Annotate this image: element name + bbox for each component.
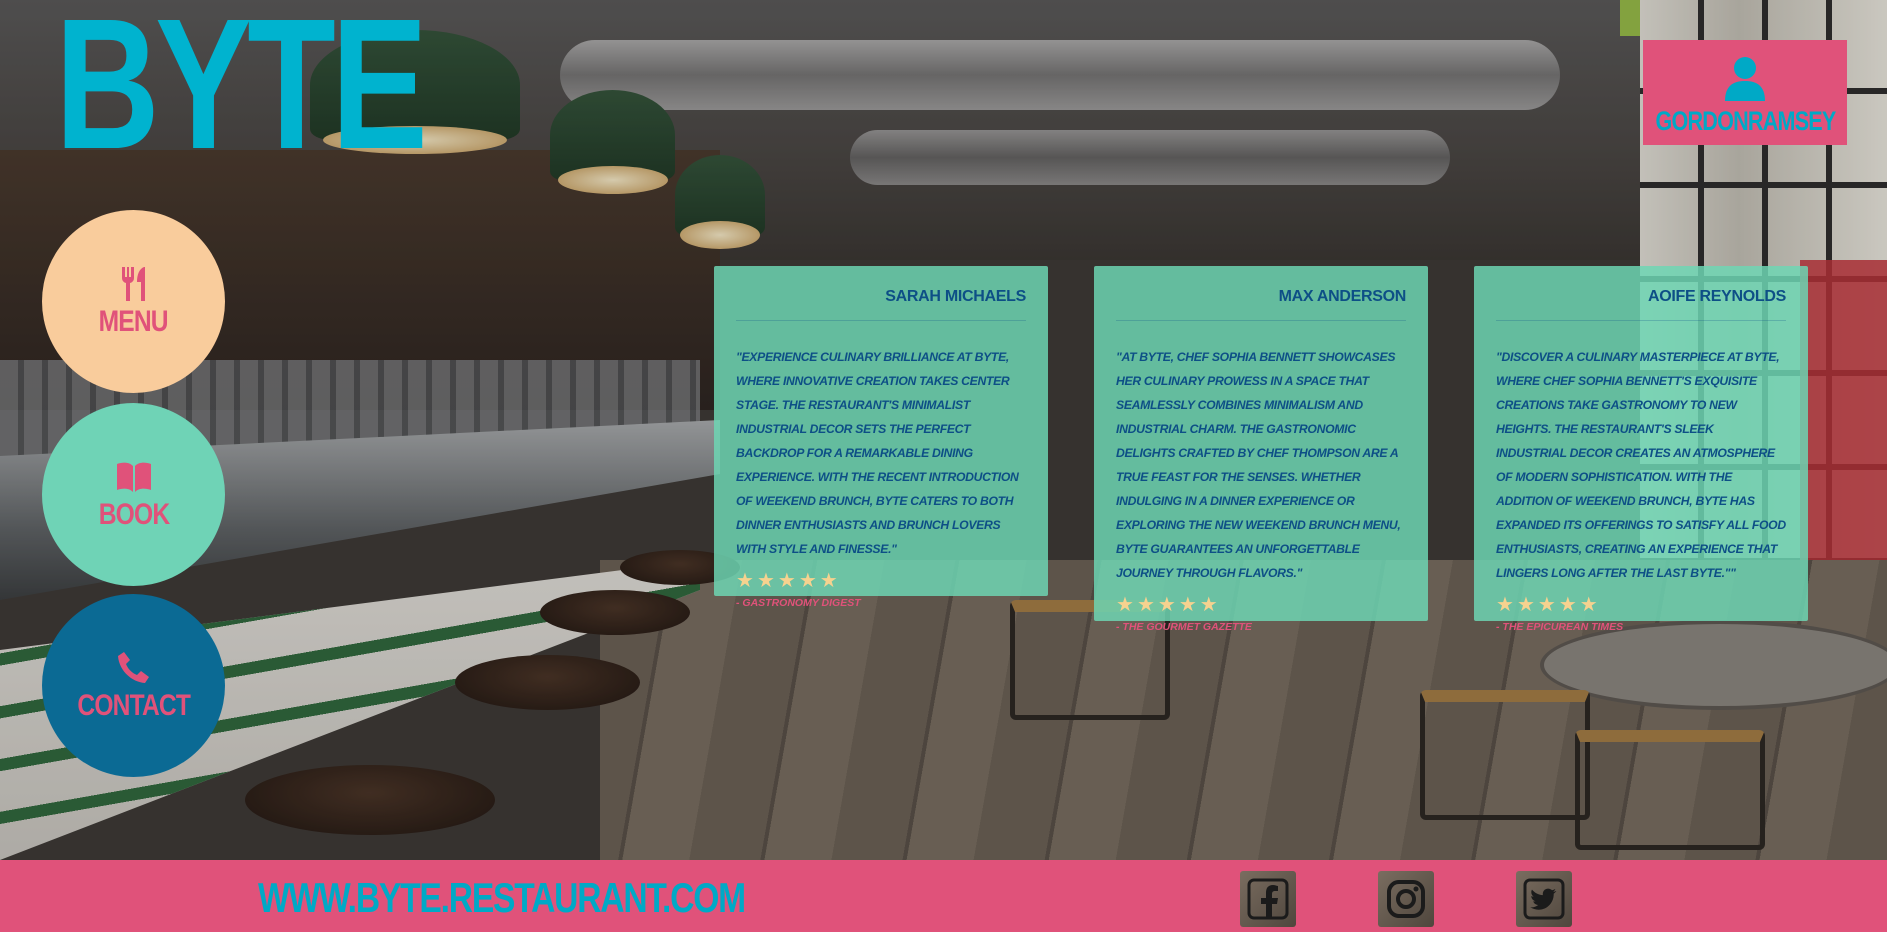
review-quote: "EXPERIENCE CULINARY BRILLIANCE AT BYTE,…	[736, 350, 1019, 556]
nav-book-label: BOOK	[98, 497, 169, 531]
reviewer-name: MAX ANDERSON	[1116, 288, 1406, 321]
twitter-button[interactable]	[1516, 871, 1572, 927]
instagram-button[interactable]	[1378, 871, 1434, 927]
footer: WWW.BYTE.RESTAURANT.COM	[0, 860, 1887, 932]
facebook-button[interactable]	[1240, 871, 1296, 927]
website-link[interactable]: WWW.BYTE.RESTAURANT.COM	[258, 874, 746, 922]
user-account-button[interactable]: GORDONRAMSEY	[1643, 40, 1847, 145]
utensils-icon	[121, 266, 145, 301]
reviewer-name: AOIFE REYNOLDS	[1496, 288, 1786, 321]
star-icon: ★	[819, 570, 838, 592]
review-quote: "AT BYTE, CHEF SOPHIA BENNETT SHOWCASES …	[1116, 350, 1401, 580]
user-icon	[1725, 57, 1765, 101]
star-icon: ★	[1157, 594, 1176, 616]
review-card: SARAH MICHAELS "EXPERIENCE CULINARY BRIL…	[714, 266, 1048, 609]
star-icon: ★	[777, 570, 796, 592]
nav-book-button[interactable]: BOOK	[42, 403, 225, 586]
star-icon: ★	[1558, 594, 1577, 616]
star-icon: ★	[1579, 594, 1598, 616]
nav-menu-button[interactable]: MENU	[42, 210, 225, 393]
star-icon: ★	[1199, 594, 1218, 616]
star-icon: ★	[1178, 594, 1197, 616]
star-rating: ★ ★ ★ ★ ★	[1116, 595, 1406, 615]
star-icon: ★	[1496, 594, 1514, 616]
review-card: MAX ANDERSON "AT BYTE, CHEF SOPHIA BENNE…	[1094, 266, 1428, 633]
star-icon: ★	[1516, 594, 1535, 616]
nav-contact-label: CONTACT	[77, 688, 191, 722]
book-icon	[116, 462, 151, 492]
star-icon: ★	[1116, 594, 1134, 616]
phone-icon	[117, 651, 149, 683]
star-rating: ★ ★ ★ ★ ★	[1496, 595, 1786, 615]
star-icon: ★	[736, 570, 754, 592]
twitter-icon	[1523, 878, 1565, 920]
facebook-icon	[1247, 878, 1289, 920]
review-quote: "DISCOVER A CULINARY MASTERPIECE AT BYTE…	[1496, 350, 1786, 580]
star-icon: ★	[1136, 594, 1155, 616]
star-icon: ★	[1537, 594, 1556, 616]
user-name: GORDONRAMSEY	[1655, 106, 1836, 136]
instagram-icon	[1387, 880, 1425, 918]
nav-contact-button[interactable]: CONTACT	[42, 594, 225, 777]
star-rating: ★ ★ ★ ★ ★	[736, 571, 1026, 591]
review-source: - THE GOURMET GAZETTE	[1116, 621, 1252, 633]
review-source: - GASTRONOMY DIGEST	[736, 597, 861, 609]
reviewer-name: SARAH MICHAELS	[736, 288, 1026, 321]
review-card: AOIFE REYNOLDS "DISCOVER A CULINARY MAST…	[1474, 266, 1808, 633]
nav-menu-label: MENU	[98, 304, 169, 338]
star-icon: ★	[798, 570, 817, 592]
star-icon: ★	[756, 570, 775, 592]
review-source: - THE EPICUREAN TIMES	[1496, 621, 1624, 633]
brand-logo[interactable]: BYTE	[55, 0, 428, 178]
